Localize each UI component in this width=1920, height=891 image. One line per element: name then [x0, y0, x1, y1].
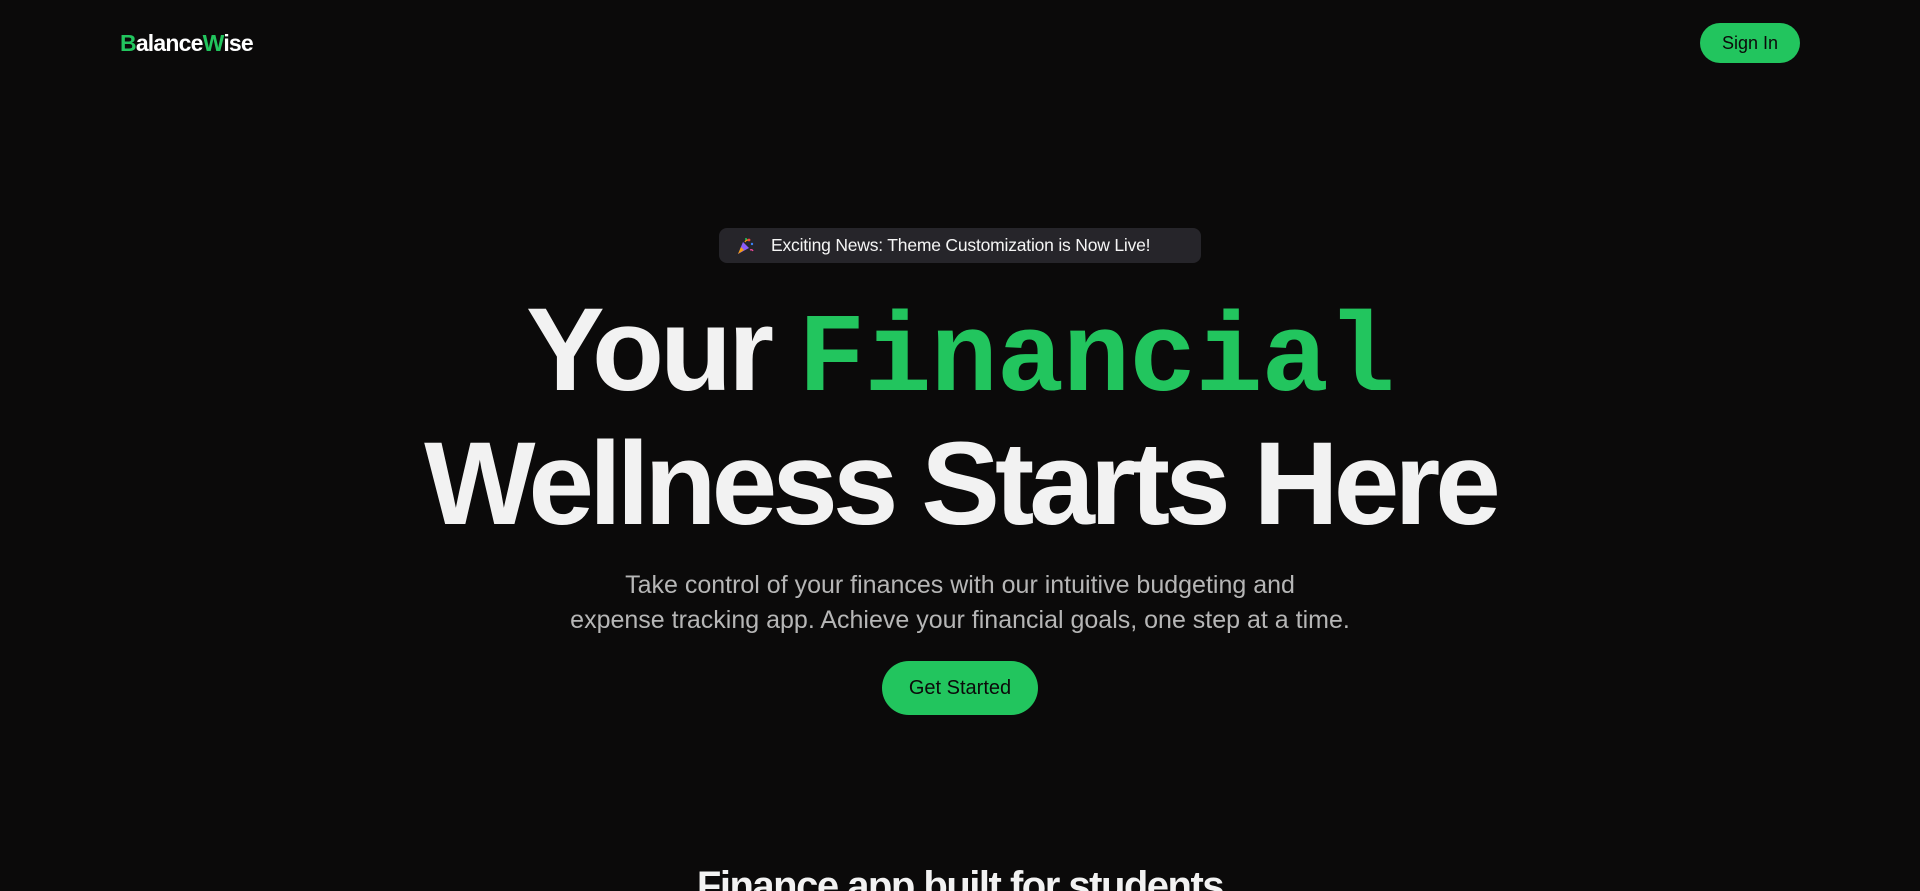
hero-subtitle: Take control of your finances with our i…: [460, 568, 1460, 638]
announcement-badge[interactable]: Exciting News: Theme Customization is No…: [719, 228, 1201, 263]
logo-initial-w: W: [202, 30, 225, 56]
section-heading: Finance app built for students: [696, 864, 1225, 891]
sign-in-button[interactable]: Sign In: [1700, 23, 1800, 63]
announcement-text: Exciting News: Theme Customization is No…: [771, 235, 1151, 255]
hero-title-line-2: Wellness Starts Here: [424, 418, 1501, 550]
get-started-button[interactable]: Get Started: [882, 661, 1038, 715]
hero-title-financial: Financial: [798, 297, 1395, 424]
hero-subtitle-line-1: Take control of your finances with our i…: [625, 571, 1295, 599]
landing-page: BalanceWise Sign In Exciting News: Theme…: [0, 0, 1920, 891]
navbar: BalanceWise Sign In: [0, 0, 1920, 86]
logo-initial-b: B: [120, 30, 137, 56]
brand-logo[interactable]: BalanceWise: [120, 29, 254, 57]
party-popper-icon: [735, 236, 755, 256]
hero-title-your: Your: [526, 284, 774, 416]
logo-text-ise: ise: [223, 30, 253, 56]
logo-text-alance: alance: [135, 30, 204, 56]
hero-subtitle-line-2: expense tracking app. Achieve your finan…: [570, 606, 1350, 634]
